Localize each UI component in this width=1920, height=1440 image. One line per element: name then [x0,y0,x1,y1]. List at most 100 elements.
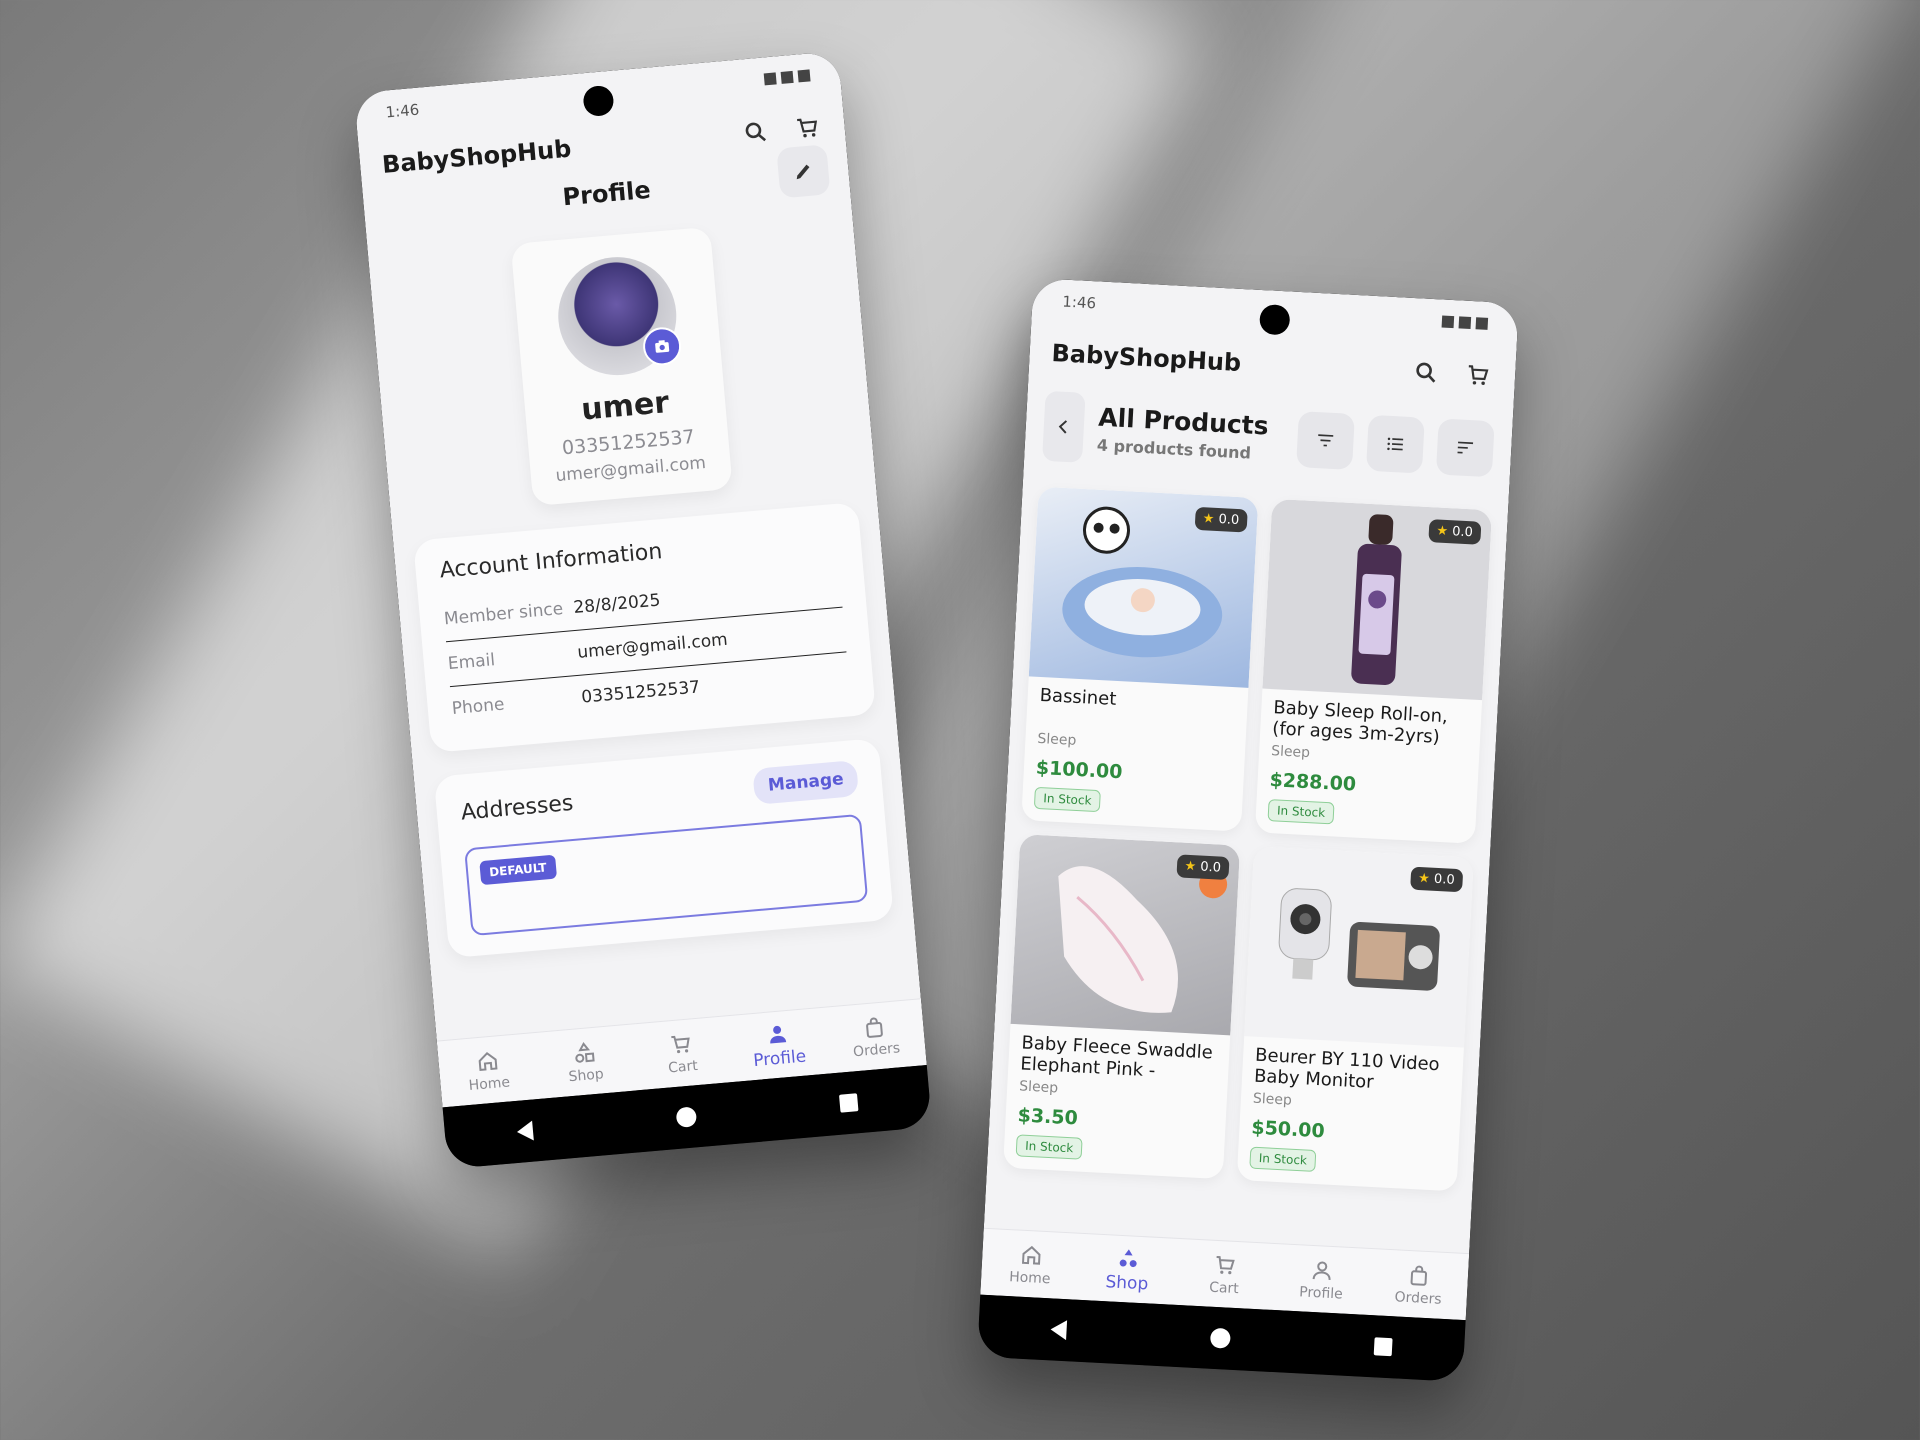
account-information-card: Account Information Member since 28/8/20… [413,501,876,753]
shapes-icon [575,1041,595,1063]
search-icon [1416,362,1436,383]
sort-button[interactable] [1435,418,1495,478]
nav-cart[interactable]: Cart [1189,1251,1261,1298]
product-card[interactable]: ★ 0.0 Beurer BY 110 Video Baby Monitor S… [1236,846,1474,1192]
stock-badge: In Stock [1249,1146,1317,1172]
product-price: $288.00 [1269,769,1357,796]
shop-screen: 1:46 BabyShopHub All Products 4 products… [980,278,1519,1321]
star-icon: ★ [1436,523,1449,540]
search-button[interactable] [1410,357,1442,389]
product-image: ★ 0.0 [1028,486,1259,688]
product-name: Baby Fleece Swaddle Elephant Pink - [1019,1032,1214,1082]
rating-badge: ★ 0.0 [1427,519,1482,545]
signal-icon [780,70,794,84]
pencil-icon [796,164,810,180]
nav-profile-label: Profile [752,1046,807,1071]
search-icon [745,122,767,142]
back-icon[interactable] [516,1120,534,1142]
status-icons [763,69,811,86]
product-card[interactable]: ★ 0.0 Bassinet Sleep $100.00 In Stock [1021,486,1259,832]
product-info: Bassinet Sleep $100.00 In Stock [1021,676,1248,827]
page-title: All Products [1097,402,1270,441]
stock-badge: In Stock [1015,1134,1083,1160]
avatar[interactable] [553,252,683,381]
cart-button[interactable] [791,112,824,145]
nav-home-label: Home [1008,1268,1051,1287]
profile-card: umer 03351252537 umer@gmail.com [510,226,733,507]
filter-button[interactable] [1296,411,1355,470]
nav-cart[interactable]: Cart [645,1029,718,1078]
battery-icon [1475,317,1489,330]
brand-title: BabyShopHub [1050,339,1242,377]
home-system-icon[interactable] [675,1106,698,1128]
product-price: $50.00 [1250,1116,1326,1143]
sort-icon [1457,441,1474,454]
recents-icon[interactable] [838,1093,859,1113]
wifi-icon [1441,315,1455,329]
chevron-left-icon [1058,420,1068,434]
nav-shop-label: Shop [1105,1271,1149,1294]
stock-badge: In Stock [1033,786,1102,813]
home-system-icon[interactable] [1209,1327,1231,1349]
back-button[interactable] [1042,390,1086,463]
bag-icon [866,1016,884,1038]
manage-addresses-button[interactable]: Manage [752,760,860,805]
star-icon: ★ [1417,870,1431,887]
product-name: Beurer BY 110 Video Baby Monitor [1253,1044,1441,1093]
default-address-card[interactable]: DEFAULT [464,813,869,937]
search-button[interactable] [740,116,773,149]
nav-profile[interactable]: Profile [1286,1256,1358,1303]
nav-home[interactable]: Home [994,1241,1066,1288]
product-name: Bassinet [1039,684,1117,710]
edit-profile-button[interactable] [776,144,831,199]
back-icon[interactable] [1050,1319,1068,1341]
product-card[interactable]: ★ 0.0 Baby Fleece Swaddle Elephant Pink … [1002,834,1241,1180]
nav-shop[interactable]: Shop [1091,1244,1163,1295]
profile-screen: 1:46 BabyShopHub Profile umer 0335125253… [353,50,927,1108]
member-since-label: Member since [443,598,564,630]
recents-icon[interactable] [1373,1337,1393,1357]
home-icon [1021,1245,1041,1265]
email-value: umer@gmail.com [576,629,729,663]
product-image: ★ 0.0 [1244,846,1474,1048]
default-badge: DEFAULT [479,854,557,886]
list-view-button[interactable] [1365,414,1425,474]
nav-shop[interactable]: Shop [548,1037,621,1086]
addresses-card: Addresses Manage DEFAULT [433,738,894,959]
status-time: 1:46 [1061,292,1097,313]
rating-value: 0.0 [1199,859,1222,876]
camera-icon [655,340,670,353]
rating-badge: ★ 0.0 [1175,854,1230,881]
nav-orders[interactable]: Orders [1383,1261,1455,1308]
nav-home-label: Home [468,1073,511,1094]
nav-orders[interactable]: Orders [839,1012,912,1061]
product-image: ★ 0.0 [1010,834,1241,1036]
member-since-value: 28/8/2025 [572,590,662,619]
filter-icon [1318,434,1334,447]
stock-badge: In Stock [1267,799,1335,825]
cart-icon [671,1035,690,1053]
nav-cart-label: Cart [1208,1279,1240,1297]
signal-icon [1458,316,1472,329]
profile-phone: 1:46 BabyShopHub Profile umer 0335125253… [353,50,933,1170]
product-price: $3.50 [1017,1104,1079,1130]
user-name: umer [579,385,671,428]
products-count: 4 products found [1096,435,1252,463]
product-card[interactable]: ★ 0.0 Baby Sleep Roll-on, (for ages 3m-2… [1254,498,1493,844]
product-name: Baby Sleep Roll-on, (for ages 3m-2yrs) [1271,697,1449,748]
nav-home[interactable]: Home [451,1046,524,1095]
nav-profile[interactable]: Profile [742,1018,816,1071]
nav-cart-label: Cart [667,1057,699,1077]
phone-value: 03351252537 [580,677,701,708]
phone-label: Phone [451,694,506,719]
shapes-icon [1119,1248,1137,1267]
page-title-text: Profile [561,175,652,212]
status-icons [1441,315,1489,330]
change-photo-button[interactable] [641,325,683,367]
cart-button[interactable] [1462,360,1494,392]
person-icon [770,1025,787,1044]
battery-icon [797,69,811,83]
cart-icon [1216,1255,1235,1274]
rating-value: 0.0 [1433,871,1456,888]
wifi-icon [763,72,777,86]
